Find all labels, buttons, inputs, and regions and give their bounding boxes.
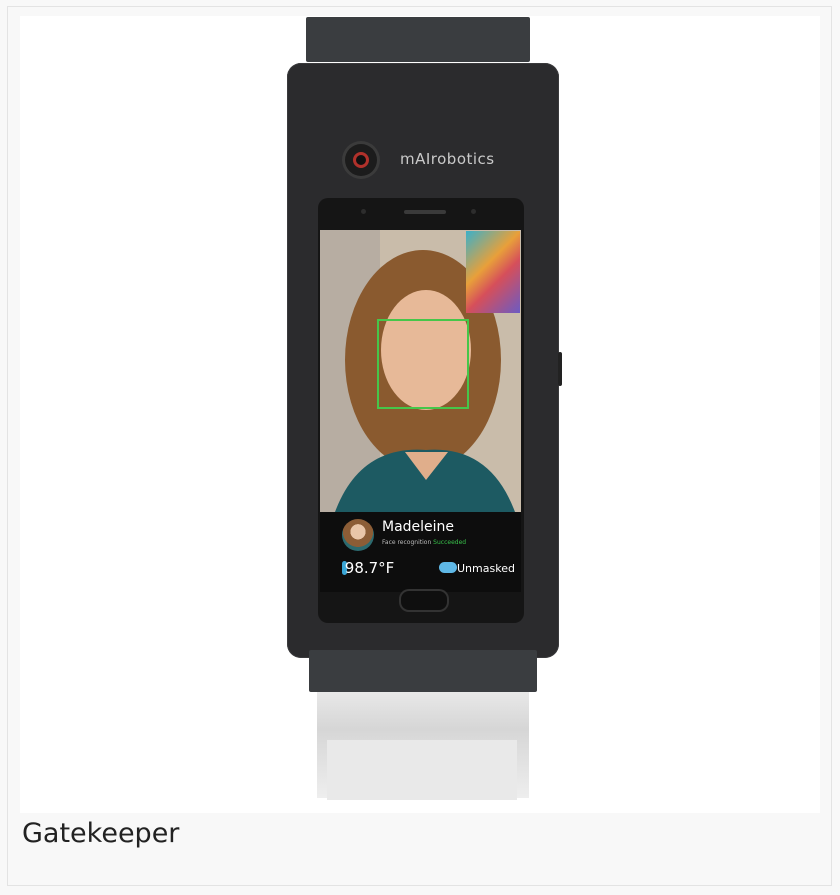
face-detection-box (377, 319, 469, 409)
image-caption: Gatekeeper (22, 818, 180, 849)
side-button (558, 352, 562, 386)
recognition-status: Face recognition Succeeded (382, 539, 466, 546)
recognition-label: Face recognition (382, 539, 432, 546)
mask-icon (439, 562, 457, 573)
thermal-preview (466, 231, 520, 313)
avatar (342, 519, 374, 551)
recognition-result: Succeeded (433, 539, 467, 546)
temperature-reading: 98.7°F (340, 559, 395, 577)
speaker-grille (404, 210, 446, 214)
mask-status: Unmasked (457, 562, 515, 575)
home-button (401, 591, 447, 610)
brand-label: mAIrobotics (400, 150, 495, 168)
device-stand-base (327, 740, 517, 800)
sensor-dot (361, 209, 366, 214)
camera-lens-icon (345, 144, 377, 176)
front-camera-dot (471, 209, 476, 214)
temperature-value: 98.7°F (344, 559, 395, 577)
person-name: Madeleine (382, 519, 455, 535)
device-bottom-cap (309, 650, 537, 692)
device-top-cap (306, 17, 530, 62)
